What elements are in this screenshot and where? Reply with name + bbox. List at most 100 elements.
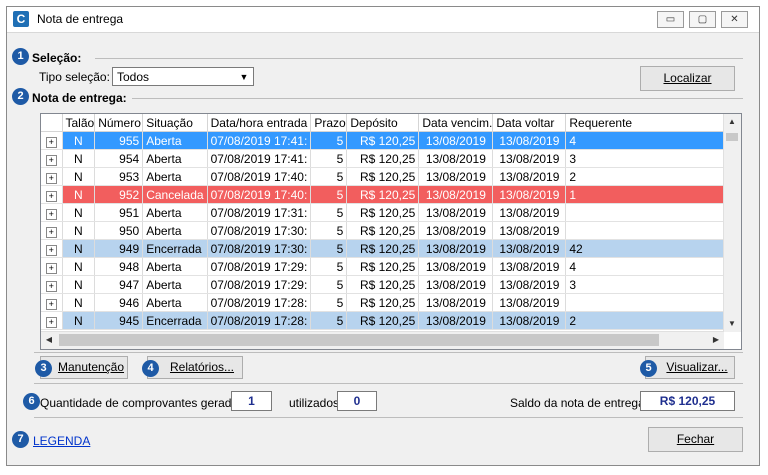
expand-icon[interactable]: + (45, 154, 57, 166)
expand-icon[interactable]: + (45, 262, 57, 274)
column-header[interactable]: Número (94, 114, 144, 132)
cell-entrada: 07/08/2019 17:29: (207, 275, 312, 294)
cell-numero: 954 (94, 149, 144, 168)
row-expander-cell[interactable]: + (41, 239, 63, 258)
manutencao-button[interactable]: 3 Manutenção (35, 356, 128, 379)
column-header[interactable]: Requerente (565, 114, 730, 132)
expand-icon[interactable]: + (45, 208, 57, 220)
column-header[interactable]: Talão (62, 114, 96, 132)
cell-prazo: 5 (310, 311, 348, 330)
column-header[interactable]: Depósito (346, 114, 420, 132)
horizontal-scrollbar[interactable]: ◀ ▶ (41, 331, 724, 349)
cell-voltar: 13/08/2019 (492, 275, 567, 294)
cell-voltar: 13/08/2019 (492, 167, 567, 186)
localizar-button[interactable]: Localizar (640, 66, 735, 91)
row-expander-cell[interactable]: + (41, 131, 63, 150)
notas-grid[interactable]: Talão Número Situação Data/hora entrada Praz… (40, 113, 742, 350)
cell-entrada: 07/08/2019 17:40: (207, 167, 312, 186)
table-row[interactable]: + N 952 Cancelada 07/08/2019 17:40: 5 R$ 120,2… (41, 185, 730, 204)
scroll-left-icon[interactable]: ◀ (41, 332, 57, 348)
table-row[interactable]: + N 950 Aberta 07/08/2019 17:30: 5 R$ 120,25 13… (41, 221, 730, 240)
table-row[interactable]: + N 955 Aberta 07/08/2019 17:41: 5 R$ 120,25 13… (41, 131, 730, 150)
cell-talao: N (62, 149, 96, 168)
column-header[interactable]: Data/hora entrada (207, 114, 312, 132)
cell-requerente: 42 (565, 239, 730, 258)
visualizar-button[interactable]: 5 Visualizar... (640, 356, 735, 379)
relatorios-button[interactable]: 4 Relatórios... (142, 356, 243, 379)
expand-icon[interactable]: + (45, 280, 57, 292)
expand-icon[interactable]: + (45, 226, 57, 238)
fechar-button[interactable]: Fechar (648, 427, 743, 452)
maximize-button[interactable]: ▢ (689, 11, 716, 28)
cell-requerente (565, 221, 730, 240)
column-header[interactable]: Data voltar (492, 114, 567, 132)
column-header[interactable]: Prazo (310, 114, 348, 132)
chevron-down-icon[interactable]: ▼ (237, 70, 251, 84)
cell-vencim: 13/08/2019 (418, 275, 494, 294)
table-row[interactable]: + N 953 Aberta 07/08/2019 17:40: 5 R$ 120,25 13… (41, 167, 730, 186)
notas-table: Talão Número Situação Data/hora entrada Praz… (41, 114, 730, 330)
cell-situacao: Aberta (142, 167, 208, 186)
expand-icon[interactable]: + (45, 136, 57, 148)
scroll-right-icon[interactable]: ▶ (708, 332, 724, 348)
qtd-label: Quantidade de comprovantes gerados: (40, 396, 248, 410)
column-header[interactable]: Situação (142, 114, 208, 132)
close-button[interactable]: ✕ (721, 11, 748, 28)
selecao-separator (95, 58, 743, 59)
column-header[interactable]: Data vencim. (418, 114, 494, 132)
cell-deposito: R$ 120,25 (346, 149, 420, 168)
minimize-button[interactable]: ▭ (657, 11, 684, 28)
table-row[interactable]: + N 951 Aberta 07/08/2019 17:31: 5 R$ 120,25 13… (41, 203, 730, 222)
horizontal-scroll-thumb[interactable] (59, 334, 659, 346)
saldo-value: R$ 120,25 (640, 391, 735, 411)
cell-talao: N (62, 257, 96, 276)
cell-voltar: 13/08/2019 (492, 293, 567, 312)
badge-7: 7 (12, 431, 29, 448)
row-expander-cell[interactable]: + (41, 311, 63, 330)
table-row[interactable]: + N 946 Aberta 07/08/2019 17:28: 5 R$ 120,25 13… (41, 293, 730, 312)
cell-vencim: 13/08/2019 (418, 167, 494, 186)
tipo-selecao-select[interactable]: Todos ▼ (112, 67, 254, 86)
row-expander-cell[interactable]: + (41, 275, 63, 294)
vertical-scrollbar[interactable]: ▲ ▼ (723, 114, 741, 332)
row-expander-cell[interactable]: + (41, 221, 63, 240)
cell-voltar: 13/08/2019 (492, 149, 567, 168)
cell-situacao: Aberta (142, 257, 208, 276)
scroll-up-icon[interactable]: ▲ (724, 114, 740, 130)
cell-numero: 949 (94, 239, 144, 258)
expand-icon[interactable]: + (45, 298, 57, 310)
visualizar-label: Visualizar... (666, 360, 728, 374)
cell-voltar: 13/08/2019 (492, 257, 567, 276)
table-row[interactable]: + N 945 Encerrada 07/08/2019 17:28: 5 R$ 120,2… (41, 311, 730, 330)
row-expander-cell[interactable]: + (41, 149, 63, 168)
row-expander-cell[interactable]: + (41, 203, 63, 222)
row-expander-cell[interactable]: + (41, 167, 63, 186)
expand-icon[interactable]: + (45, 316, 57, 328)
row-expander-cell[interactable]: + (41, 185, 63, 204)
badge-1: 1 (12, 48, 29, 65)
expand-icon[interactable]: + (45, 244, 57, 256)
table-row[interactable]: + N 949 Encerrada 07/08/2019 17:30: 5 R$ 120,2… (41, 239, 730, 258)
footer-separator (34, 383, 743, 384)
cell-vencim: 13/08/2019 (418, 203, 494, 222)
row-expander-cell[interactable]: + (41, 293, 63, 312)
cell-deposito: R$ 120,25 (346, 221, 420, 240)
table-row[interactable]: + N 948 Aberta 07/08/2019 17:29: 5 R$ 120,25 13… (41, 257, 730, 276)
saldo-label: Saldo da nota de entrega: (510, 396, 649, 410)
cell-voltar: 13/08/2019 (492, 311, 567, 330)
table-row[interactable]: + N 947 Aberta 07/08/2019 17:29: 5 R$ 120,25 13… (41, 275, 730, 294)
table-row[interactable]: + N 954 Aberta 07/08/2019 17:41: 5 R$ 120,25 13… (41, 149, 730, 168)
cell-talao: N (62, 131, 96, 150)
expand-icon[interactable]: + (45, 172, 57, 184)
row-expander-cell[interactable]: + (41, 257, 63, 276)
vertical-scroll-thumb[interactable] (726, 133, 738, 141)
cell-situacao: Cancelada (142, 185, 208, 204)
expand-icon[interactable]: + (45, 190, 57, 202)
window-title: Nota de entrega (37, 12, 124, 26)
bottom-separator (34, 417, 743, 418)
cell-prazo: 5 (310, 185, 348, 204)
cell-vencim: 13/08/2019 (418, 185, 494, 204)
cell-entrada: 07/08/2019 17:28: (207, 293, 312, 312)
scroll-down-icon[interactable]: ▼ (724, 316, 740, 332)
legenda-link[interactable]: LEGENDA (33, 434, 90, 448)
